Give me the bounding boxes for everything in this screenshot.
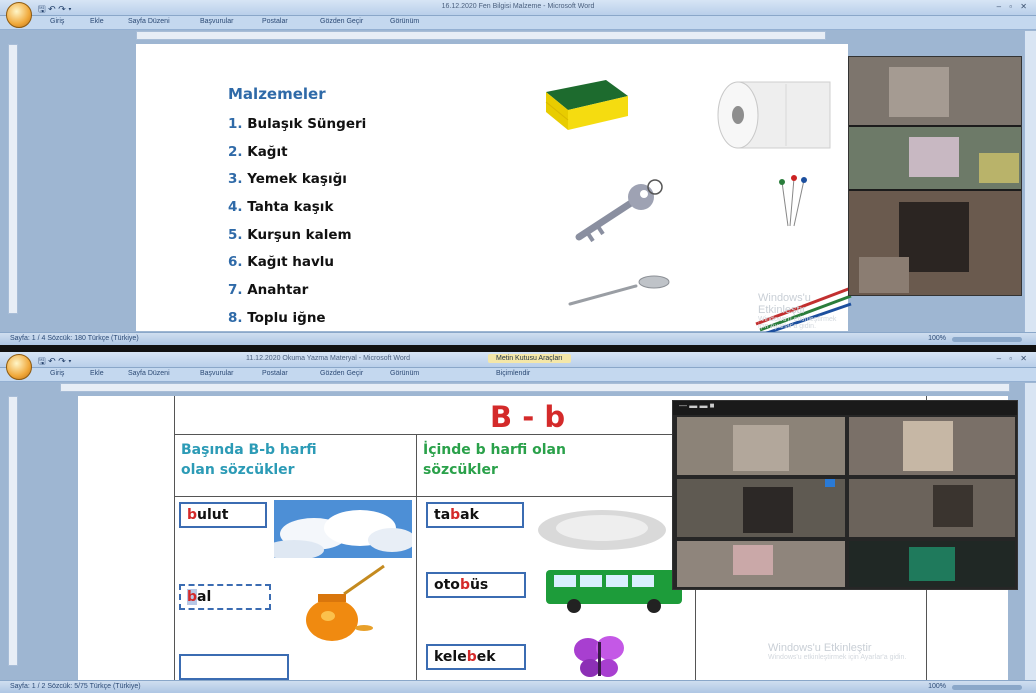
sponge-image	[545, 80, 628, 130]
spoon-image	[568, 275, 670, 306]
window-controls[interactable]: – ▫ ✕	[997, 2, 1030, 11]
participant-video-tile	[903, 421, 953, 471]
list-item: 6. Kağıt havlu	[228, 254, 335, 271]
word-box-empty[interactable]	[179, 654, 289, 680]
window-controls[interactable]: – ▫ ✕	[997, 354, 1030, 363]
tab-sayfa-duzeni[interactable]: Sayfa Düzeni	[128, 18, 170, 25]
bus-image	[546, 570, 682, 613]
tab-bicimlendir[interactable]: Biçimlendir	[496, 370, 530, 377]
participant-video-tile	[733, 425, 789, 471]
participant-video-tile	[859, 257, 909, 293]
list-item: 2. Kağıt	[228, 143, 288, 160]
list-item: 7. Anahtar	[228, 282, 309, 299]
list-item: 4. Tahta kaşık	[228, 199, 334, 216]
list-item: 5. Kurşun kalem	[228, 226, 352, 243]
activation-watermark: Windows'u Etkinleştir Windows'u etkinleş…	[758, 292, 837, 330]
tab-basvurular[interactable]: Başvurular	[200, 18, 233, 25]
materials-heading: Malzemeler	[228, 85, 326, 103]
participant-video-tile	[979, 153, 1019, 183]
table-border	[416, 434, 417, 680]
title-bar: 🖫 ↶ ↷ ▾ 11.12.2020 Okuma Yazma Materyal …	[0, 352, 1036, 380]
word-window-malzeme: 🖫 ↶ ↷ ▾ 16.12.2020 Fen Bilgisi Malzeme -…	[0, 0, 1036, 345]
vertical-ruler[interactable]	[8, 44, 18, 314]
pins-image	[779, 175, 807, 227]
ribbon-tabs: Giriş Ekle Sayfa Düzeni Başvurular Posta…	[0, 16, 1036, 30]
plate-image	[538, 510, 666, 550]
status-bar: Sayfa: 1 / 2 Sözcük: 5/75 Türkçe (Türkiy…	[0, 680, 1036, 693]
vertical-scrollbar[interactable]	[1024, 31, 1036, 332]
tab-gozden-gecir[interactable]: Gözden Geçir	[320, 370, 363, 377]
participant-video-tile[interactable]	[849, 479, 1015, 537]
video-call-panel[interactable]: — ▬ ▬ ■	[672, 400, 1018, 590]
column-header-middle: İçinde b harfi olan sözcükler	[423, 442, 566, 478]
active-speaker-indicator	[825, 479, 835, 487]
column-header-initial: Başında B-b harfi olan sözcükler	[181, 442, 317, 478]
tab-basvurular[interactable]: Başvurular	[200, 370, 233, 377]
word-box[interactable]: kelebek	[426, 644, 526, 670]
tab-sayfa-duzeni[interactable]: Sayfa Düzeni	[128, 370, 170, 377]
tab-postalar[interactable]: Postalar	[262, 18, 288, 25]
participant-video-tile	[909, 547, 955, 581]
office-button[interactable]	[6, 2, 32, 28]
tab-giris[interactable]: Giriş	[50, 18, 64, 25]
tab-postalar[interactable]: Postalar	[262, 370, 288, 377]
status-bar: Sayfa: 1 / 4 Sözcük: 180 Türkçe (Türkiye…	[0, 332, 1036, 345]
word-box-selected[interactable]: bal	[179, 584, 271, 610]
video-toolbar[interactable]: — ▬ ▬ ■	[673, 401, 1017, 415]
list-item: 3. Yemek kaşığı	[228, 171, 347, 188]
vertical-scrollbar[interactable]	[1024, 383, 1036, 680]
tab-ekle[interactable]: Ekle	[90, 370, 104, 377]
zoom-slider[interactable]	[952, 337, 1022, 342]
video-call-panel[interactable]	[848, 56, 1022, 296]
status-text: Sayfa: 1 / 4 Sözcük: 180 Türkçe (Türkiye…	[10, 335, 139, 342]
cloud-image	[274, 500, 412, 558]
letter-heading: B - b	[490, 400, 566, 434]
horizontal-ruler[interactable]	[60, 383, 1010, 392]
zoom-slider[interactable]	[952, 685, 1022, 690]
word-window-okuma-yazma: 🖫 ↶ ↷ ▾ 11.12.2020 Okuma Yazma Materyal …	[0, 352, 1036, 693]
zoom-level[interactable]: 100%	[928, 683, 946, 690]
participant-video-tile	[933, 485, 973, 527]
activation-watermark: Windows'u Etkinleştir Windows'u etkinleş…	[768, 642, 907, 661]
tab-ekle[interactable]: Ekle	[90, 18, 104, 25]
word-box[interactable]: otobüs	[426, 572, 526, 598]
office-button[interactable]	[6, 354, 32, 380]
tab-gozden-gecir[interactable]: Gözden Geçir	[320, 18, 363, 25]
honey-image	[306, 564, 385, 641]
materials-list: 1. Bulaşık Süngeri 2. Kağıt 3. Yemek kaş…	[228, 114, 366, 336]
participant-video-tile	[909, 137, 959, 177]
horizontal-ruler[interactable]	[136, 31, 826, 40]
participant-video-tile	[889, 67, 949, 117]
paper-towel-image	[717, 81, 831, 149]
list-item: 1. Bulaşık Süngeri	[228, 116, 367, 132]
ribbon-tabs: Giriş Ekle Sayfa Düzeni Başvurular Posta…	[0, 368, 1036, 382]
context-tool-title: Metin Kutusu Araçları	[488, 354, 571, 363]
tab-gorunum[interactable]: Görünüm	[390, 18, 419, 25]
word-box[interactable]: tabak	[426, 502, 524, 528]
document-page[interactable]: Malzemeler 1. Bulaşık Süngeri 2. Kağıt 3…	[136, 44, 852, 334]
participant-video-tile	[743, 487, 793, 533]
word-box[interactable]: bulut	[179, 502, 267, 528]
zoom-level[interactable]: 100%	[928, 335, 946, 342]
tab-giris[interactable]: Giriş	[50, 370, 64, 377]
tab-gorunum[interactable]: Görünüm	[390, 370, 419, 377]
window-title: 16.12.2020 Fen Bilgisi Malzeme - Microso…	[441, 3, 595, 10]
butterfly-image	[574, 636, 624, 677]
title-bar: 🖫 ↶ ↷ ▾ 16.12.2020 Fen Bilgisi Malzeme -…	[0, 0, 1036, 28]
vertical-ruler[interactable]	[8, 396, 18, 666]
participant-video-tile	[733, 545, 773, 575]
participant-video-tile	[899, 202, 969, 272]
status-text: Sayfa: 1 / 2 Sözcük: 5/75 Türkçe (Türkiy…	[10, 683, 141, 690]
key-image	[575, 179, 663, 243]
table-border	[174, 396, 175, 680]
